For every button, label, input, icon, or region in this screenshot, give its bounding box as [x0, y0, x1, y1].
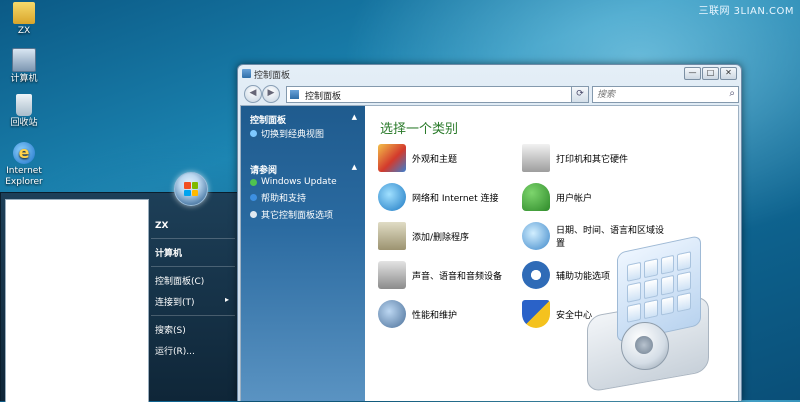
category-label: 添加/删除程序	[412, 232, 470, 243]
start-menu-item-computer[interactable]: 计算机	[151, 242, 235, 263]
accessibility-icon	[522, 261, 550, 289]
nav-section-title: 控制面板	[250, 116, 287, 126]
desktop-icon-label: 回收站	[10, 118, 38, 128]
nav-section-control-panel[interactable]: 控制面板 ▲	[241, 106, 365, 126]
windows-update-link[interactable]: Windows Update	[241, 175, 365, 189]
arrow-right-icon: ▶	[267, 88, 275, 98]
address-text: 控制面板	[305, 92, 342, 102]
category-network-internet[interactable]: 网络和 Internet 连接	[378, 181, 520, 213]
category-label: 外观和主题	[412, 154, 458, 165]
desktop-icon-computer[interactable]: 计算机	[4, 48, 44, 85]
help-and-support-link[interactable]: 帮助和支持	[241, 189, 365, 206]
nav-link-label: Windows Update	[261, 177, 337, 187]
search-input[interactable]	[593, 88, 715, 102]
navigation-toolbar: ◀ ▶ 控制面板 ▾ ⟳ ⌕	[240, 83, 739, 105]
desktop-icon-label: 计算机	[10, 74, 38, 84]
folder-icon	[13, 2, 35, 24]
recycle-bin-icon	[16, 94, 32, 116]
back-button[interactable]: ◀	[244, 85, 262, 103]
appearance-icon	[378, 144, 406, 172]
window-title: 控制面板	[254, 71, 291, 81]
title-bar[interactable]: 控制面板 — □ ✕	[238, 65, 741, 83]
close-button[interactable]: ✕	[720, 67, 737, 80]
nav-link-label: 其它控制面板选项	[261, 211, 334, 221]
category-sound-audio[interactable]: 声音、语音和音频设备	[378, 259, 520, 291]
nav-link-label: 切换到经典视图	[261, 130, 325, 140]
network-icon	[378, 183, 406, 211]
nav-section-see-also[interactable]: 请参阅 ▲	[241, 156, 365, 176]
desktop-icon-label: ZX	[17, 26, 31, 36]
start-menu-separator	[151, 238, 235, 239]
start-menu-right-pane: ZX 计算机 控制面板(C) 连接到(T) ▸ 搜索(S) 运行(R)...	[151, 217, 235, 361]
pick-a-category-heading: 选择一个类别	[380, 122, 459, 137]
computer-icon	[12, 48, 36, 72]
security-center-icon	[522, 300, 550, 328]
switch-to-classic-view-link[interactable]: 切换到经典视图	[241, 125, 365, 142]
user-accounts-icon	[522, 183, 550, 211]
desktop-icon-recycle-bin[interactable]: 回收站	[4, 94, 44, 129]
start-menu-separator	[151, 266, 235, 267]
category-user-accounts[interactable]: 用户帐户	[522, 181, 664, 213]
add-remove-programs-icon	[378, 222, 406, 250]
performance-icon	[378, 300, 406, 328]
control-panel-icon	[242, 69, 251, 78]
control-panel-options-icon	[250, 211, 257, 218]
refresh-button[interactable]: ⟳	[571, 86, 589, 103]
start-button[interactable]	[174, 172, 208, 206]
maximize-button[interactable]: □	[702, 67, 719, 80]
collapse-icon[interactable]: ▲	[352, 113, 357, 121]
start-menu-item-control-panel[interactable]: 控制面板(C)	[151, 270, 235, 291]
start-menu-item-run[interactable]: 运行(R)...	[151, 340, 235, 361]
sound-icon	[378, 261, 406, 289]
start-menu-item-user[interactable]: ZX	[151, 217, 235, 235]
category-add-remove-programs[interactable]: 添加/删除程序	[378, 220, 520, 252]
start-menu-item-label: 连接到(T)	[155, 298, 195, 308]
control-panel-icon	[290, 90, 299, 99]
category-printers-hardware[interactable]: 打印机和其它硬件	[522, 142, 664, 174]
start-menu-programs-pane	[5, 199, 149, 402]
printer-icon	[522, 144, 550, 172]
category-appearance[interactable]: 外观和主题	[378, 142, 520, 174]
control-panel-artwork-icon	[583, 235, 718, 394]
windows-logo-icon	[184, 182, 198, 196]
refresh-icon: ⟳	[576, 89, 584, 99]
windows-update-icon	[250, 178, 257, 186]
category-label: 用户帐户	[556, 193, 593, 204]
category-performance-maintenance[interactable]: 性能和维护	[378, 298, 520, 330]
start-menu-item-search[interactable]: 搜索(S)	[151, 319, 235, 340]
arrow-left-icon: ◀	[249, 88, 257, 98]
category-label: 打印机和其它硬件	[556, 154, 629, 165]
navigation-pane: 控制面板 ▲ 切换到经典视图 请参阅 ▲ Windows Update 帮助和支…	[241, 106, 365, 401]
search-box[interactable]: ⌕	[592, 86, 739, 103]
nav-section-title: 请参阅	[250, 166, 278, 176]
address-bar[interactable]: 控制面板 ▾	[286, 86, 588, 103]
category-label: 性能和维护	[412, 310, 458, 321]
help-icon	[250, 194, 257, 201]
collapse-icon[interactable]: ▲	[352, 163, 357, 171]
internet-explorer-icon: e	[13, 142, 35, 164]
desktop-icon-zx[interactable]: ZX	[4, 2, 44, 37]
start-menu-separator	[151, 315, 235, 316]
category-label: 网络和 Internet 连接	[412, 193, 499, 204]
start-menu-item-connect-to[interactable]: 连接到(T) ▸	[151, 291, 235, 312]
date-time-icon	[522, 222, 550, 250]
forward-button[interactable]: ▶	[262, 85, 280, 103]
start-menu: ZX 计算机 控制面板(C) 连接到(T) ▸ 搜索(S) 运行(R)...	[0, 192, 238, 402]
classic-view-icon	[250, 130, 257, 137]
minimize-button[interactable]: —	[684, 67, 701, 80]
chevron-right-icon: ▸	[224, 295, 229, 304]
category-label: 声音、语音和音频设备	[412, 271, 503, 282]
desktop-icon-label: Internet Explorer	[5, 166, 43, 187]
search-icon[interactable]: ⌕	[729, 88, 735, 99]
desktop-icon-internet-explorer[interactable]: e Internet Explorer	[4, 142, 44, 188]
watermark: 三联网 3LIAN.COM	[698, 6, 794, 17]
other-control-panel-options-link[interactable]: 其它控制面板选项	[241, 206, 365, 223]
nav-link-label: 帮助和支持	[261, 194, 307, 204]
